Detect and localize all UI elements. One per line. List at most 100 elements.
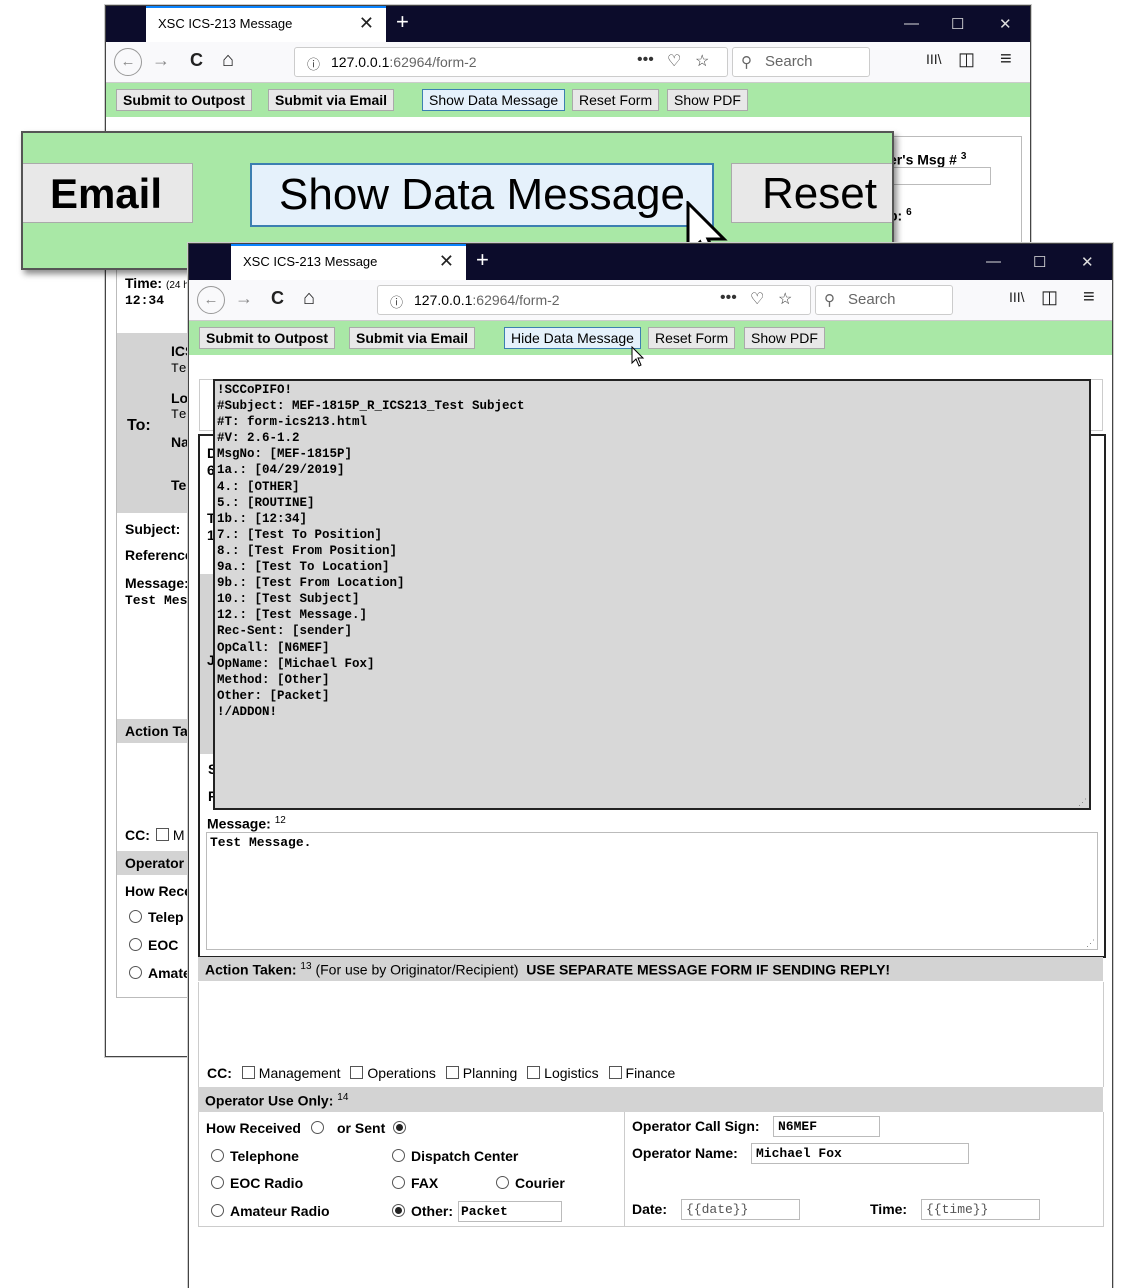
show-data-message-button[interactable]: Show Data Message <box>422 89 566 111</box>
eoc-radio-back[interactable]: EOC <box>129 937 178 953</box>
amateur-radio-back[interactable]: Amate <box>129 965 191 981</box>
pocket-icon[interactable]: ♡ <box>667 51 681 71</box>
data-message-line: !/ADDON! <box>217 704 278 719</box>
submit-outpost-button-front[interactable]: Submit to Outpost <box>199 327 336 349</box>
op-call-field[interactable]: N6MEF <box>773 1116 880 1137</box>
search-placeholder-front: Search <box>848 291 896 308</box>
data-message-line: 12.: [Test Message.] <box>217 608 368 623</box>
page-actions-icon-front[interactable]: ••• <box>720 289 737 307</box>
browser-tab-front[interactable]: XSC ICS-213 Message ✕ <box>231 244 466 280</box>
data-message-line: #V: 2.6-1.2 <box>217 431 300 446</box>
address-bar-front[interactable]: ⓘ 127.0.0.1:62964/form-2 ••• ♡ ☆ <box>377 285 811 315</box>
forward-icon[interactable]: → <box>152 50 170 71</box>
tab-close-icon[interactable]: ✕ <box>359 13 374 34</box>
data-message-line: !SCCoPIFO! <box>217 383 293 397</box>
maximize-icon-front[interactable]: ☐ <box>1033 253 1046 271</box>
bookmark-star-icon[interactable]: ☆ <box>695 51 709 71</box>
form-toolbar-front: Submit to Outpost Submit via Email Hide … <box>189 321 1112 355</box>
search-box-front[interactable]: ⚲ Search <box>815 285 953 315</box>
close-window-icon[interactable]: ✕ <box>999 15 1012 33</box>
submit-outpost-button[interactable]: Submit to Outpost <box>116 89 253 111</box>
page-actions-icon[interactable]: ••• <box>637 51 654 69</box>
minimize-icon-front[interactable]: — <box>986 253 1001 270</box>
data-message-line: 1a.: [04/29/2019] <box>217 463 345 478</box>
submit-email-button-front[interactable]: Submit via Email <box>349 327 476 349</box>
fax-radio[interactable]: FAX <box>392 1175 438 1191</box>
dispatch-center-radio[interactable]: Dispatch Center <box>392 1148 518 1164</box>
courier-radio[interactable]: Courier <box>496 1175 565 1191</box>
forward-icon-front[interactable]: → <box>235 288 253 309</box>
amateur-radio[interactable]: Amateur Radio <box>211 1203 330 1219</box>
senders-msg-field[interactable] <box>889 167 991 185</box>
sidebar-icon-front[interactable]: ◫ <box>1041 287 1058 308</box>
back-icon[interactable]: ← <box>114 48 142 76</box>
tab-bar: XSC ICS-213 Message ✕ + — ☐ ✕ <box>106 6 1030 42</box>
eoc-radio[interactable]: EOC Radio <box>211 1175 303 1191</box>
home-icon[interactable]: ⌂ <box>222 49 234 72</box>
message-label: Message: 12 <box>207 815 286 832</box>
cc-logistics-checkbox[interactable] <box>527 1066 541 1079</box>
new-tab-icon-front[interactable]: + <box>476 247 489 273</box>
data-message-line: OpName: [Michael Fox] <box>217 656 375 671</box>
reset-form-button[interactable]: Reset Form <box>572 89 660 111</box>
close-window-icon-front[interactable]: ✕ <box>1081 253 1094 271</box>
resize-handle-icon-2[interactable]: ⋰ <box>1086 938 1095 949</box>
address-bar[interactable]: ⓘ 127.0.0.1:62964/form-2 ••• ♡ ☆ <box>294 47 728 77</box>
cc-finance-checkbox[interactable] <box>608 1066 622 1079</box>
cc-planning-checkbox[interactable] <box>445 1066 459 1079</box>
telephone-radio-back[interactable]: Telep <box>129 909 184 925</box>
to-location-value: Te <box>171 407 187 422</box>
other-value: Packet <box>461 1204 508 1219</box>
date-field[interactable]: {{date}} <box>681 1199 800 1220</box>
data-message-line: Method: [Other] <box>217 672 330 687</box>
reload-icon-front[interactable]: C <box>271 288 284 309</box>
data-message-line: 9a.: [Test To Location] <box>217 560 390 575</box>
to-position-value: Te <box>171 361 187 376</box>
zoom-reset-button: Reset <box>731 163 892 223</box>
library-icon[interactable]: III\ <box>926 51 942 67</box>
url-text-front: 127.0.0.1:62964/form-2 <box>414 292 560 308</box>
library-icon-front[interactable]: III\ <box>1009 289 1025 305</box>
time-value: 12:34 <box>125 293 165 308</box>
back-icon-front[interactable]: ← <box>197 286 225 314</box>
minimize-icon[interactable]: — <box>904 15 919 32</box>
to-label: To: <box>127 417 151 434</box>
tab-close-icon-front[interactable]: ✕ <box>439 251 454 272</box>
data-message-line: 4.: [OTHER] <box>217 479 300 494</box>
home-icon-front[interactable]: ⌂ <box>303 287 315 310</box>
sidebar-icon[interactable]: ◫ <box>958 49 975 70</box>
reset-form-button-front[interactable]: Reset Form <box>648 327 736 349</box>
telephone-radio[interactable]: Telephone <box>211 1148 299 1164</box>
submit-email-button[interactable]: Submit via Email <box>268 89 395 111</box>
data-message-line: Other: [Packet] <box>217 688 330 703</box>
date-value: {{date}} <box>686 1202 749 1217</box>
bookmark-star-icon-front[interactable]: ☆ <box>778 289 792 309</box>
show-pdf-button-front[interactable]: Show PDF <box>744 327 825 349</box>
data-message-textarea[interactable]: !SCCoPIFO! #Subject: MEF-1815P_R_ICS213_T… <box>213 379 1091 810</box>
operator-divider <box>624 1112 625 1226</box>
pocket-icon-front[interactable]: ♡ <box>750 289 764 309</box>
other-radio[interactable]: Other: <box>392 1203 453 1219</box>
how-received-radio[interactable]: How Received <box>206 1120 330 1136</box>
maximize-icon[interactable]: ☐ <box>951 15 964 33</box>
hide-data-message-button[interactable]: Hide Data Message <box>504 327 641 349</box>
show-pdf-button[interactable]: Show PDF <box>667 89 748 111</box>
message-textarea[interactable]: Test Message. ⋰ <box>206 832 1098 950</box>
data-message-line: OpCall: [N6MEF] <box>217 640 330 655</box>
time-field[interactable]: {{time}} <box>921 1199 1040 1220</box>
or-sent-radio[interactable]: or Sent <box>337 1120 412 1136</box>
reload-icon[interactable]: C <box>190 50 203 71</box>
menu-icon-front[interactable]: ≡ <box>1083 286 1095 309</box>
new-tab-icon[interactable]: + <box>396 9 409 35</box>
op-name-field[interactable]: Michael Fox <box>751 1143 969 1164</box>
zoom-email-button: Email <box>23 163 193 223</box>
info-icon-front: ⓘ <box>390 295 404 310</box>
menu-icon[interactable]: ≡ <box>1000 48 1012 71</box>
message-label-back: Message: <box>125 575 189 591</box>
browser-tab[interactable]: XSC ICS-213 Message ✕ <box>146 6 386 42</box>
resize-handle-icon[interactable]: ⋰ <box>1078 797 1087 808</box>
other-field[interactable]: Packet <box>458 1201 562 1222</box>
cc-operations-checkbox[interactable] <box>350 1066 364 1079</box>
cc-management-checkbox[interactable] <box>241 1066 255 1079</box>
search-box[interactable]: ⚲ Search <box>732 47 870 77</box>
